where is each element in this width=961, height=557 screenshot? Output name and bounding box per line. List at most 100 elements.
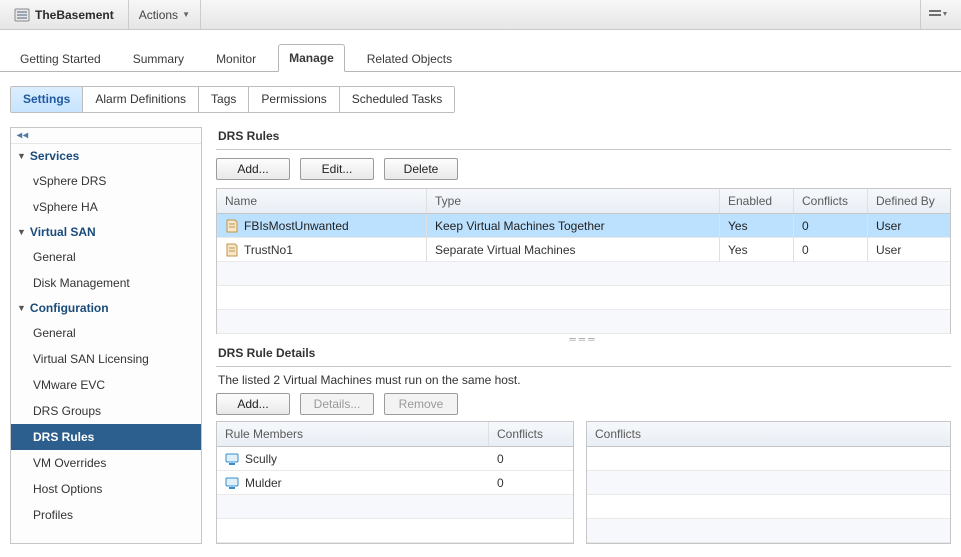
col-header-conflicts-detail[interactable]: Conflicts	[587, 422, 950, 446]
object-title: TheBasement	[6, 5, 122, 25]
table-row	[587, 519, 950, 543]
cell-name: TrustNo1	[217, 238, 427, 262]
drs-rules-title: DRS Rules	[216, 127, 951, 150]
add-member-button[interactable]: Add...	[216, 393, 290, 415]
header-more-button[interactable]	[920, 0, 955, 29]
main-tabs: Getting Started Summary Monitor Manage R…	[0, 30, 961, 72]
sidebar-item-vsan-disk-management[interactable]: Disk Management	[11, 270, 201, 296]
cell-enabled: Yes	[720, 238, 794, 262]
sidebar-item-vsphere-ha[interactable]: vSphere HA	[11, 194, 201, 220]
cell-member-name-text: Mulder	[245, 476, 282, 490]
remove-member-button[interactable]: Remove	[384, 393, 458, 415]
sidebar-collapse-button[interactable]: ◂◂	[11, 128, 201, 144]
rule-details-description: The listed 2 Virtual Machines must run o…	[216, 367, 951, 393]
table-row	[217, 519, 573, 543]
table-row	[587, 495, 950, 519]
drs-rule-details-title: DRS Rule Details	[216, 344, 951, 367]
actions-menu[interactable]: Actions ▼	[128, 0, 201, 29]
col-header-conflicts[interactable]: Conflicts	[794, 189, 868, 213]
chevron-down-icon: ▼	[17, 303, 26, 313]
subtab-tags[interactable]: Tags	[199, 87, 249, 112]
sidebar-item-vsphere-drs[interactable]: vSphere DRS	[11, 168, 201, 194]
tab-related-objects[interactable]: Related Objects	[357, 46, 462, 72]
sidebar-section-label: Services	[30, 149, 79, 163]
table-row[interactable]: Scully 0	[217, 447, 573, 471]
chevron-down-icon: ▼	[17, 227, 26, 237]
sidebar-section-virtual-san[interactable]: ▼ Virtual SAN	[11, 220, 201, 244]
cell-definedby: User	[868, 214, 950, 238]
table-row[interactable]: Mulder 0	[217, 471, 573, 495]
object-title-text: TheBasement	[35, 8, 114, 22]
add-rule-button[interactable]: Add...	[216, 158, 290, 180]
rule-members-panel: Add... Details... Remove Rule Members Co…	[216, 393, 574, 544]
sidebar-section-configuration[interactable]: ▼ Configuration	[11, 296, 201, 320]
horizontal-splitter[interactable]: ═══	[216, 334, 951, 344]
subtab-scheduled-tasks[interactable]: Scheduled Tasks	[340, 87, 455, 112]
sidebar-item-vm-overrides[interactable]: VM Overrides	[11, 450, 201, 476]
col-header-rule-members[interactable]: Rule Members	[217, 422, 489, 446]
member-details-button[interactable]: Details...	[300, 393, 374, 415]
col-header-definedby[interactable]: Defined By	[868, 189, 950, 213]
members-grid: Scully 0 Mulder 0	[216, 447, 574, 544]
drs-rules-toolbar: Add... Edit... Delete	[216, 150, 951, 188]
cell-name-text: TrustNo1	[244, 243, 293, 257]
vm-icon	[225, 452, 239, 466]
table-row[interactable]: FBIsMostUnwanted Keep Virtual Machines T…	[217, 214, 950, 238]
col-header-member-conflicts[interactable]: Conflicts	[489, 422, 573, 446]
sidebar-section-services[interactable]: ▼ Services	[11, 144, 201, 168]
cell-name-text: FBIsMostUnwanted	[244, 219, 349, 233]
sub-tabs: Settings Alarm Definitions Tags Permissi…	[10, 86, 455, 113]
settings-sidebar: ◂◂ ▼ Services vSphere DRS vSphere HA ▼ V…	[10, 127, 202, 544]
table-row	[587, 471, 950, 495]
tab-getting-started[interactable]: Getting Started	[10, 46, 111, 72]
sidebar-item-drs-groups[interactable]: DRS Groups	[11, 398, 201, 424]
cell-name: FBIsMostUnwanted	[217, 214, 427, 238]
cell-type: Keep Virtual Machines Together	[427, 214, 720, 238]
sidebar-item-vmware-evc[interactable]: VMware EVC	[11, 372, 201, 398]
sidebar-item-host-options[interactable]: Host Options	[11, 476, 201, 502]
chevron-down-icon: ▼	[17, 151, 26, 161]
sidebar-item-profiles[interactable]: Profiles	[11, 502, 201, 528]
edit-rule-button[interactable]: Edit...	[300, 158, 374, 180]
table-row	[587, 447, 950, 471]
cell-member-name: Mulder	[217, 473, 489, 493]
vm-icon	[225, 476, 239, 490]
header-bar: TheBasement Actions ▼	[0, 0, 961, 30]
cell-type: Separate Virtual Machines	[427, 238, 720, 262]
col-header-enabled[interactable]: Enabled	[720, 189, 794, 213]
cell-member-name-text: Scully	[245, 452, 277, 466]
sidebar-section-label: Virtual SAN	[30, 225, 96, 239]
tab-manage[interactable]: Manage	[278, 44, 345, 72]
rule-members-toolbar: Add... Details... Remove	[216, 393, 574, 421]
subtab-permissions[interactable]: Permissions	[249, 87, 339, 112]
col-header-type[interactable]: Type	[427, 189, 720, 213]
conflicts-grid	[586, 447, 951, 544]
table-row	[217, 495, 573, 519]
grid-header: Name Type Enabled Conflicts Defined By	[217, 189, 950, 214]
delete-rule-button[interactable]: Delete	[384, 158, 458, 180]
sidebar-item-vsan-general[interactable]: General	[11, 244, 201, 270]
table-row[interactable]: TrustNo1 Separate Virtual Machines Yes 0…	[217, 238, 950, 262]
cell-member-name: Scully	[217, 449, 489, 469]
content-area: Settings Alarm Definitions Tags Permissi…	[0, 72, 961, 554]
col-header-name[interactable]: Name	[217, 189, 427, 213]
conflicts-panel: Conflicts	[586, 393, 951, 544]
members-grid-header: Rule Members Conflicts	[216, 421, 574, 447]
cell-conflicts: 0	[794, 238, 868, 262]
chevron-down-icon: ▼	[182, 10, 190, 19]
table-row	[217, 262, 950, 286]
tab-summary[interactable]: Summary	[123, 46, 194, 72]
rule-icon	[225, 243, 239, 257]
sidebar-item-config-general[interactable]: General	[11, 320, 201, 346]
subtab-alarm-definitions[interactable]: Alarm Definitions	[83, 87, 199, 112]
sidebar-item-drs-rules[interactable]: DRS Rules	[11, 424, 201, 450]
drs-rules-grid: Name Type Enabled Conflicts Defined By F…	[216, 188, 951, 334]
conflicts-grid-header: Conflicts	[586, 421, 951, 447]
tab-monitor[interactable]: Monitor	[206, 46, 266, 72]
actions-menu-label: Actions	[139, 8, 178, 22]
cell-enabled: Yes	[720, 214, 794, 238]
sidebar-section-label: Configuration	[30, 301, 109, 315]
subtab-settings[interactable]: Settings	[11, 87, 83, 112]
sidebar-item-vsan-licensing[interactable]: Virtual SAN Licensing	[11, 346, 201, 372]
table-row	[217, 286, 950, 310]
